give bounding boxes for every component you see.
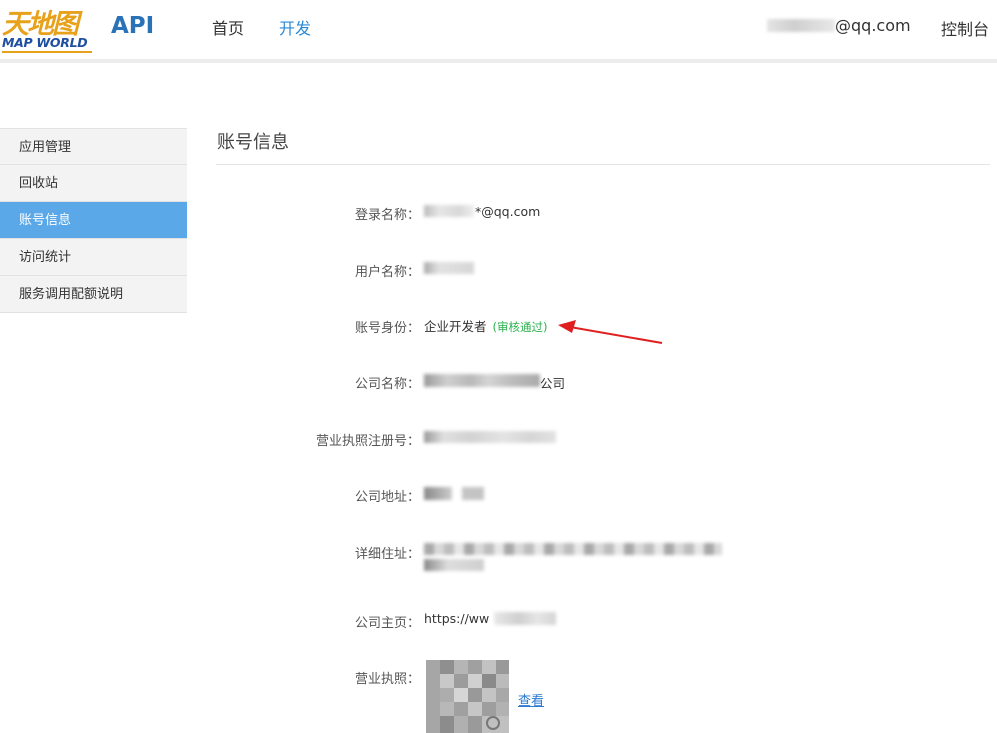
business-license-thumbnail[interactable] — [426, 660, 509, 733]
sidebar-item-recycle-bin[interactable]: 回收站 — [0, 165, 187, 202]
license-thumb-block — [482, 674, 496, 688]
license-thumb-block — [440, 660, 454, 674]
license-number-label: 营业执照注册号： — [315, 434, 420, 449]
login-name-value: *@qq.com — [475, 204, 541, 219]
user-name-label: 用户名称： — [354, 265, 420, 280]
account-type-text: 企业开发者 — [424, 319, 487, 334]
license-thumb-block — [454, 688, 468, 702]
header-divider — [0, 59, 997, 63]
company-address-redacted-1 — [424, 487, 452, 500]
company-name-redacted — [424, 374, 540, 387]
view-license-link[interactable]: 查看 — [518, 690, 544, 709]
business-license-label: 营业执照： — [354, 672, 420, 687]
license-thumb-block — [482, 660, 496, 674]
logo-english-text: MAP WORLD — [2, 35, 88, 50]
license-thumb-block — [482, 702, 496, 716]
homepage-value: https://ww — [424, 611, 490, 626]
license-thumb-block — [468, 702, 482, 716]
sidebar: 应用管理 回收站 账号信息 访问统计 服务调用配额说明 — [0, 128, 187, 313]
license-thumb-block — [454, 674, 468, 688]
license-thumb-block — [468, 716, 482, 733]
license-thumb-block — [440, 702, 454, 716]
license-thumb-block — [454, 660, 468, 674]
license-thumb-block — [496, 674, 509, 688]
license-number-redacted — [424, 431, 556, 443]
license-thumb-block — [482, 688, 496, 702]
sidebar-item-quota-description[interactable]: 服务调用配额说明 — [0, 276, 187, 313]
user-name-redacted — [424, 262, 474, 274]
nav-home[interactable]: 首页 — [212, 15, 244, 39]
annotation-arrow-icon — [558, 320, 663, 344]
user-email[interactable]: @qq.com — [835, 16, 911, 35]
sidebar-item-app-management[interactable]: 应用管理 — [0, 128, 187, 165]
detail-address-label: 详细住址： — [354, 547, 420, 562]
nav-develop[interactable]: 开发 — [279, 15, 311, 39]
company-address-redacted-2 — [462, 487, 484, 500]
license-thumb-block — [468, 688, 482, 702]
license-thumb-block — [454, 716, 468, 733]
detail-address-redacted-line1 — [424, 543, 722, 555]
license-thumb-block — [496, 688, 509, 702]
top-header: 天地图 MAP WORLD API 首页 开发 @qq.com 控制台 — [0, 0, 997, 60]
detail-address-redacted-line2 — [424, 559, 484, 571]
user-email-redacted — [767, 19, 835, 32]
company-name-suffix: 公司 — [540, 376, 566, 391]
map-world-logo[interactable]: 天地图 MAP WORLD — [0, 2, 100, 56]
sidebar-item-access-stats[interactable]: 访问统计 — [0, 239, 187, 276]
license-thumb-block — [468, 660, 482, 674]
license-thumb-block — [454, 702, 468, 716]
license-thumb-block — [440, 716, 454, 733]
arrow-head — [558, 320, 576, 333]
homepage-redacted — [494, 612, 556, 625]
license-thumb-block — [468, 674, 482, 688]
company-name-label: 公司名称： — [354, 377, 420, 392]
logo-underline — [2, 51, 92, 53]
review-status-badge: (审核通过) — [492, 320, 548, 334]
page-title: 账号信息 — [217, 132, 289, 153]
account-type-value: 企业开发者 (审核通过) — [424, 316, 547, 335]
license-thumb-block — [496, 702, 509, 716]
api-label: API — [111, 13, 155, 39]
license-seal-icon — [486, 716, 500, 730]
sidebar-item-account-info[interactable]: 账号信息 — [0, 202, 187, 239]
login-name-label: 登录名称： — [354, 208, 420, 223]
account-type-label: 账号身份： — [354, 321, 420, 336]
license-thumb-block — [440, 688, 454, 702]
license-thumb-block — [496, 660, 509, 674]
license-thumb-block — [426, 660, 440, 733]
homepage-label: 公司主页： — [354, 616, 420, 631]
company-address-label: 公司地址： — [354, 490, 420, 505]
login-name-redacted — [424, 205, 474, 217]
title-divider — [216, 164, 990, 165]
console-link[interactable]: 控制台 — [941, 16, 989, 40]
arrow-shaft — [569, 326, 663, 344]
license-thumb-block — [440, 674, 454, 688]
